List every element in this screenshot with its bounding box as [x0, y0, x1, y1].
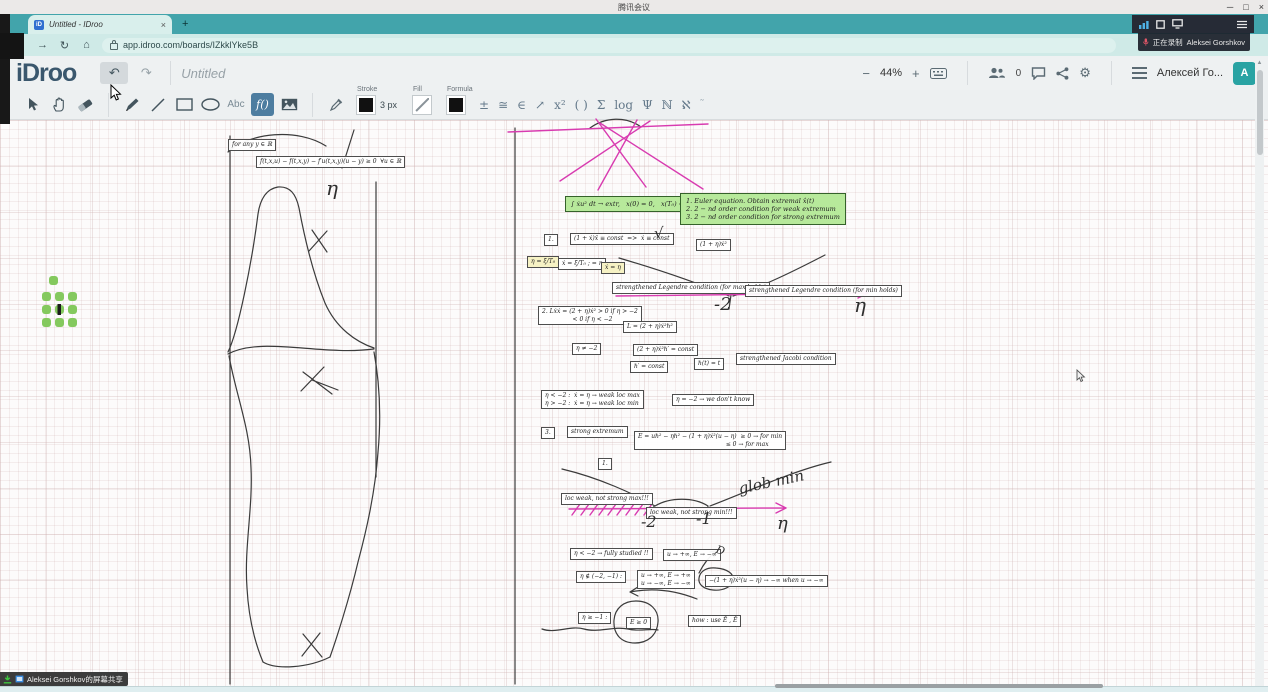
formula-box[interactable]: (2 + η)ẋ²ℏ′ = const — [633, 344, 698, 356]
formula-box[interactable]: u → +∞, E → −∞ — [663, 549, 721, 561]
vertical-scrollbar[interactable]: ▲ — [1255, 58, 1264, 686]
formula-box[interactable]: 3. — [541, 427, 555, 439]
scroll-up-arrow[interactable]: ▲ — [1255, 58, 1264, 68]
formula-box[interactable]: u → +∞, E → +∞u → −∞, E → −∞ — [637, 570, 695, 589]
handwritten-label[interactable]: -1 — [696, 509, 712, 528]
formula-box[interactable]: 1. — [598, 458, 612, 470]
formula-box[interactable]: L = (2 + η)ẋ²ℏ² — [623, 321, 677, 333]
handwritten-label[interactable]: √ — [654, 224, 664, 242]
recording-user: Aleksei Gorshkov — [1187, 38, 1245, 47]
formula-box[interactable]: E ≥ 0 — [626, 617, 651, 629]
formula-box[interactable]: loc weak, not strong min!!! — [646, 507, 737, 519]
member-list-icon[interactable] — [1237, 20, 1247, 29]
handwritten-label[interactable]: η — [326, 176, 338, 200]
handwritten-label[interactable]: glob min — [737, 466, 806, 497]
formula-box[interactable]: for any y ∈ ℝ — [228, 139, 276, 151]
monitor-icon[interactable] — [1172, 19, 1183, 29]
handwritten-label[interactable]: -2 — [714, 294, 732, 315]
share-badge-text: Aleksei Gorshkov的屏幕共享 — [27, 674, 123, 685]
formula-box[interactable]: η < −2 : ẋ = η → weak loc maxη > −2 : ẋ … — [541, 390, 644, 409]
formula-box[interactable]: how : use Ē , Ē — [688, 615, 741, 627]
formula-box[interactable]: −(1 + η)ẋ²(u − η) → −∞ when u → −∞ — [705, 575, 828, 587]
canvas-items-layer: for any y ∈ ℝ f(t,x,u) − f(t,x,y) − f′u(t… — [0, 0, 1268, 692]
formula-box[interactable]: E = uℏ² − ηℏ² − (1 + η)ẋ²(u − η) ≥ 0 → f… — [634, 431, 786, 450]
formula-box[interactable]: η = ξ/T₀ — [527, 256, 559, 268]
share-download-icon — [3, 675, 12, 684]
formula-box[interactable]: ẋ = η — [601, 262, 625, 274]
handwritten-label[interactable]: D — [714, 543, 726, 558]
formula-box[interactable]: loc weak, not strong max!!! — [561, 493, 653, 505]
window-icon[interactable] — [1156, 20, 1165, 29]
meeting-recording-bar: 正在录制 Aleksei Gorshkov — [1138, 33, 1250, 51]
formula-box[interactable]: η ∉ (−2, −1) : — [576, 571, 626, 583]
screen-share-badge[interactable]: Aleksei Gorshkov的屏幕共享 — [0, 672, 128, 686]
screen-edge-block — [0, 33, 24, 59]
signal-icon — [1139, 20, 1149, 29]
desktop-screen: 腾讯会议 ─ □ × iD Untitled - IDroo × + ← → ↻… — [0, 0, 1268, 692]
formula-box[interactable]: ℏ(t) = t — [694, 358, 724, 370]
microphone-icon — [1143, 37, 1149, 47]
formula-box[interactable]: η ≠ −2 — [572, 343, 601, 355]
horizontal-scroll-thumb[interactable] — [775, 684, 1103, 688]
share-window-icon — [15, 675, 24, 683]
formula-box[interactable]: η ≥ −1 : — [578, 612, 611, 624]
formula-box[interactable]: ℏ′ = const — [630, 361, 668, 373]
formula-box[interactable]: ẋ = ξ/T₀ ; = η — [558, 258, 606, 270]
formula-box[interactable]: strong extremum — [567, 426, 628, 438]
handwritten-label[interactable]: η — [777, 513, 788, 534]
vertical-scroll-thumb[interactable] — [1257, 70, 1263, 155]
formula-box[interactable]: 1. — [544, 234, 558, 246]
task-box[interactable]: ∫ ẋu² dt → extr, x(0) = 0, x(T₀) = ξ — [565, 196, 696, 212]
formula-box[interactable]: (1 + η)ẋ² — [696, 239, 731, 251]
formula-box[interactable]: η = −2 → we don't know — [672, 394, 754, 406]
formula-box[interactable]: strengthened Legendre condition (for min… — [745, 285, 902, 297]
screen-edge-strip — [0, 14, 10, 124]
handwritten-label[interactable]: -2 — [641, 512, 657, 531]
formula-box[interactable]: f(t,x,u) − f(t,x,y) − f′u(t,x,y)(u − y) … — [256, 156, 405, 168]
mouse-cursor — [110, 84, 124, 102]
handwritten-label[interactable]: η — [854, 293, 866, 317]
formula-box[interactable]: η < −2 → fully studied !! — [570, 548, 653, 560]
formula-box[interactable]: strengthened Jacobi condition — [736, 353, 836, 365]
remote-cursor — [1076, 369, 1087, 383]
recording-status: 正在录制 — [1153, 37, 1183, 48]
plan-box[interactable]: 1. Euler equation. Obtain extremal x̂(t)… — [680, 193, 846, 225]
meeting-toolbar[interactable] — [1132, 15, 1254, 33]
